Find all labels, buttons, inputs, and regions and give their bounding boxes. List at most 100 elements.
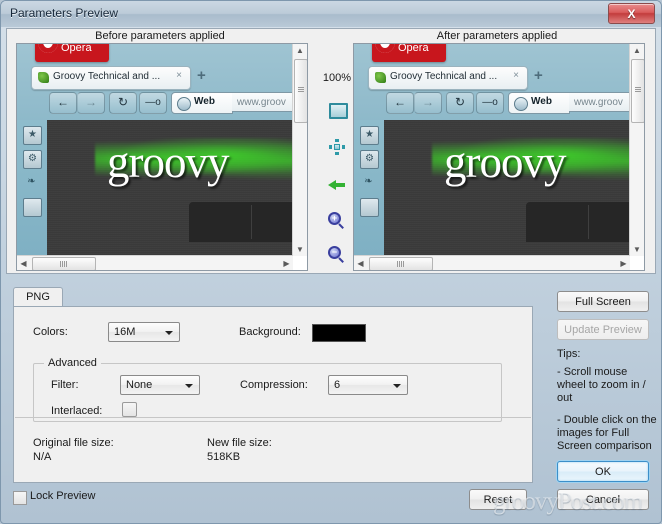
scroll-left-icon[interactable]: ◀ bbox=[354, 256, 367, 270]
after-vscroll-thumb[interactable] bbox=[631, 59, 644, 123]
background-color-swatch[interactable] bbox=[312, 324, 366, 342]
browser-tab: Groovy Technical and ... × bbox=[31, 66, 191, 90]
before-preview-viewer[interactable]: Opera Groovy Technical and ... × + ← → ↻… bbox=[16, 43, 308, 271]
tab-close-icon: × bbox=[513, 70, 519, 81]
advanced-group-title: Advanced bbox=[44, 357, 101, 369]
filter-select[interactable]: None bbox=[120, 375, 200, 395]
settings-icon: ⚙ bbox=[23, 150, 42, 169]
opera-brand-label: Opera bbox=[61, 44, 92, 54]
back-icon: ← bbox=[386, 92, 414, 114]
opera-o-icon bbox=[375, 44, 395, 53]
opera-logo: Opera bbox=[372, 44, 446, 62]
reload-icon: ↻ bbox=[109, 92, 137, 114]
before-hscroll-thumb[interactable] bbox=[32, 257, 96, 270]
web-search-label: Web bbox=[531, 96, 552, 107]
after-horizontal-scrollbar[interactable]: ◀ ▶ bbox=[354, 255, 630, 270]
fit-to-window-icon[interactable] bbox=[327, 99, 348, 119]
actual-size-icon[interactable] bbox=[327, 137, 347, 157]
web-search-button: Web bbox=[171, 92, 233, 114]
tab-close-icon: × bbox=[176, 70, 182, 81]
format-settings-panel: PNG Colors: 16M Background: Advanced Fil… bbox=[13, 287, 533, 483]
new-tab-icon: + bbox=[197, 67, 206, 84]
browser-tab-title: Groovy Technical and ... bbox=[53, 71, 161, 82]
browser-tab-title: Groovy Technical and ... bbox=[390, 71, 498, 82]
zoom-in-icon[interactable]: + bbox=[327, 211, 347, 231]
advanced-group: Advanced Filter: None Compression: 6 Int… bbox=[33, 357, 502, 422]
compression-label: Compression: bbox=[240, 379, 308, 391]
lock-preview-checkbox[interactable] bbox=[13, 491, 27, 505]
bookmarks-icon: ★ bbox=[360, 126, 379, 145]
chevron-down-icon bbox=[393, 384, 401, 388]
notes-icon bbox=[23, 198, 42, 217]
forward-icon: → bbox=[414, 92, 442, 114]
page-panel bbox=[526, 202, 630, 242]
lock-preview-label: Lock Preview bbox=[30, 490, 96, 502]
scroll-down-icon[interactable]: ▼ bbox=[293, 243, 307, 256]
chevron-down-icon bbox=[185, 384, 193, 388]
opera-logo: Opera bbox=[35, 44, 109, 62]
page-content: groovy fol bbox=[47, 120, 293, 256]
after-preview-viewer[interactable]: Opera Groovy Technical and ... × + ← → ↻… bbox=[353, 43, 645, 271]
reset-button[interactable]: Reset bbox=[469, 489, 527, 510]
png-settings-body: Colors: 16M Background: Advanced Filter:… bbox=[13, 306, 533, 483]
before-vscroll-thumb[interactable] bbox=[294, 59, 307, 123]
before-vertical-scrollbar[interactable]: ▲ ▼ bbox=[292, 44, 307, 256]
original-size-value: N/A bbox=[33, 451, 52, 463]
after-hscroll-thumb[interactable] bbox=[369, 257, 433, 270]
scroll-right-icon[interactable]: ▶ bbox=[617, 256, 630, 270]
before-caption: Before parameters applied bbox=[95, 30, 225, 42]
sync-left-arrow-icon[interactable] bbox=[327, 175, 347, 195]
interlaced-label: Interlaced: bbox=[51, 405, 103, 417]
page-content: groovy fol bbox=[384, 120, 630, 256]
settings-icon: ⚙ bbox=[360, 150, 379, 169]
bookmarks-icon: ★ bbox=[23, 126, 42, 145]
close-button[interactable]: X bbox=[608, 3, 655, 24]
original-size-label: Original file size: bbox=[33, 437, 114, 449]
scroll-up-icon[interactable]: ▲ bbox=[630, 44, 644, 57]
filter-label: Filter: bbox=[51, 379, 79, 391]
compression-select[interactable]: 6 bbox=[328, 375, 408, 395]
after-vertical-scrollbar[interactable]: ▲ ▼ bbox=[629, 44, 644, 256]
scroll-up-icon[interactable]: ▲ bbox=[293, 44, 307, 57]
address-bar: www.groov bbox=[232, 92, 293, 112]
tip-double-click: - Double click on the images for Full Sc… bbox=[557, 414, 657, 452]
forward-icon: → bbox=[77, 92, 105, 114]
colors-value: 16M bbox=[114, 326, 136, 338]
background-label: Background: bbox=[239, 326, 301, 338]
scroll-left-icon[interactable]: ◀ bbox=[17, 256, 30, 270]
colors-select[interactable]: 16M bbox=[108, 322, 180, 342]
before-horizontal-scrollbar[interactable]: ◀ ▶ bbox=[17, 255, 293, 270]
scroll-down-icon[interactable]: ▼ bbox=[630, 243, 644, 256]
file-size-section: Original file size: N/A New file size: 5… bbox=[15, 417, 531, 478]
zoom-toolbar: 100% + − bbox=[318, 59, 356, 299]
security-key-icon: —o bbox=[476, 92, 504, 114]
tab-png[interactable]: PNG bbox=[13, 287, 63, 308]
share-icon: ❧ bbox=[27, 176, 36, 187]
interlaced-checkbox[interactable] bbox=[122, 402, 137, 417]
title-bar: Parameters Preview X bbox=[1, 1, 661, 27]
browser-navbar: ← → ↻ —o Web www.groov bbox=[386, 92, 630, 114]
parameters-preview-window: Parameters Preview X Before parameters a… bbox=[0, 0, 662, 524]
page-headline: groovy bbox=[444, 137, 566, 187]
scroll-right-icon[interactable]: ▶ bbox=[280, 256, 293, 270]
ok-button[interactable]: OK bbox=[557, 461, 649, 482]
chevron-down-icon bbox=[165, 331, 173, 335]
full-screen-button[interactable]: Full Screen bbox=[557, 291, 649, 312]
favicon-icon bbox=[38, 72, 49, 83]
address-bar: www.groov bbox=[569, 92, 630, 112]
cancel-button[interactable]: Cancel bbox=[557, 489, 649, 510]
globe-icon bbox=[177, 97, 191, 111]
share-icon: ❧ bbox=[364, 176, 373, 187]
after-caption: After parameters applied bbox=[436, 30, 558, 42]
colors-label: Colors: bbox=[33, 326, 68, 338]
page-panel bbox=[189, 202, 293, 242]
browser-tabstrip: Groovy Technical and ... × + bbox=[364, 66, 620, 90]
format-tab-row: PNG bbox=[13, 287, 533, 308]
zoom-out-icon[interactable]: − bbox=[327, 245, 347, 265]
browser-sidebar: ★ ⚙ ❧ bbox=[17, 120, 47, 256]
new-size-label: New file size: bbox=[207, 437, 272, 449]
update-preview-button: Update Preview bbox=[557, 319, 649, 340]
tips-panel: Tips: - Scroll mouse wheel to zoom in / … bbox=[557, 348, 657, 462]
opera-brand-label: Opera bbox=[398, 44, 429, 54]
browser-navbar: ← → ↻ —o Web www.groov bbox=[49, 92, 293, 114]
